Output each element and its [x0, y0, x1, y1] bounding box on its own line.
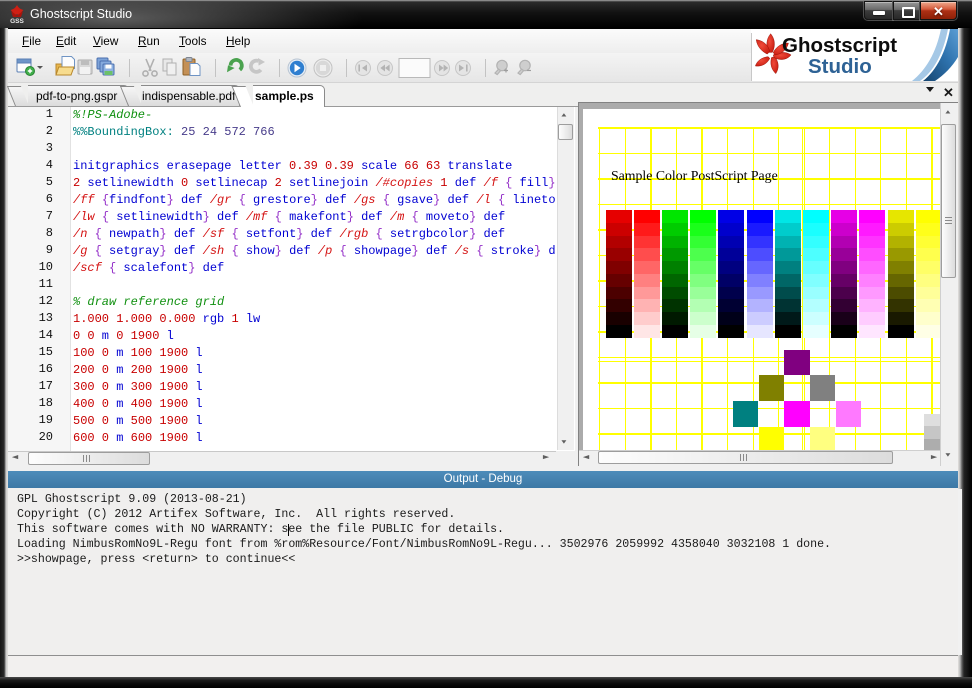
- svg-text:Ghostscript: Ghostscript: [782, 34, 897, 57]
- svg-text:GSS: GSS: [10, 18, 24, 24]
- svg-text:Studio: Studio: [808, 55, 872, 78]
